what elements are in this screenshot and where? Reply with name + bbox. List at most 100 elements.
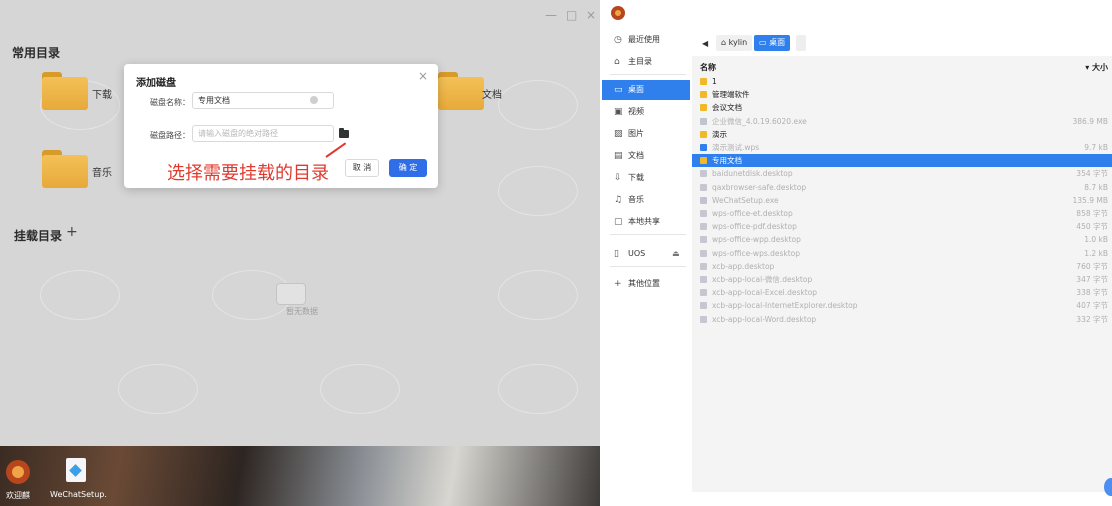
file-name: xcb-app-local-Excel.desktop: [712, 288, 818, 298]
sidebar: ◷ 最近使用 ⌂ 主目录 ▭ 桌面 ▣ 视频 ▨ 图片 ▤ 文档 ⇩ 下载 ♫ 音乐 ▢ 本地共享 ▯ UOS ⏏ + 其他…: [602, 28, 690, 506]
browse-folder-icon[interactable]: [339, 128, 349, 138]
file-icon: [700, 223, 707, 231]
file-icon: [700, 183, 707, 191]
sidebar-item-label: 文档: [628, 151, 644, 160]
file-row[interactable]: 管理端软件: [692, 88, 1112, 101]
sidebar-item[interactable]: ▣ 视频: [602, 102, 690, 122]
picture-icon: ▨: [614, 129, 623, 139]
file-row[interactable]: baidunetdisk.desktop 354 字节: [692, 167, 1112, 180]
kylin-logo-icon[interactable]: [6, 460, 30, 484]
file-icon: [700, 249, 707, 257]
column-name[interactable]: 名称: [700, 62, 716, 73]
breadcrumb-home[interactable]: ⌂ kylin: [716, 35, 753, 51]
file-size: 332 字节: [1076, 314, 1108, 324]
sidebar-item[interactable]: ▭ 桌面: [602, 80, 690, 100]
file-row[interactable]: wps-office-wps.desktop 1.2 kB: [692, 247, 1112, 260]
file-row[interactable]: xcb-app-local-Word.desktop 332 字节: [692, 313, 1112, 326]
desktop-icon-label: 欢迎麒: [6, 491, 30, 500]
watermark: [40, 270, 120, 320]
file-size: 386.9 MB: [1072, 116, 1108, 126]
file-row[interactable]: 演示测试.wps 9.7 kB: [692, 141, 1112, 154]
file-row[interactable]: 专用文档: [692, 154, 1112, 168]
watermark: [498, 270, 578, 320]
file-row[interactable]: qaxbrowser-safe.desktop 8.7 kB: [692, 181, 1112, 194]
close-button[interactable]: ×: [586, 8, 596, 22]
file-row[interactable]: xcb-app-local-InternetExplorer.desktop 40…: [692, 299, 1112, 312]
floating-action-button[interactable]: [1104, 478, 1112, 496]
file-name: xcb-app.desktop: [712, 261, 775, 271]
watermark: [320, 364, 400, 414]
sidebar-item-label: 本地共享: [628, 217, 660, 226]
folder-label[interactable]: 文档: [482, 86, 502, 101]
file-name: wps-office-pdf.desktop: [712, 222, 797, 232]
file-icon: [700, 210, 707, 217]
file-row[interactable]: wps-office-et.desktop 858 字节: [692, 207, 1112, 220]
clear-input-icon[interactable]: [310, 96, 318, 104]
maximize-button[interactable]: □: [566, 8, 577, 22]
share-icon: ▢: [614, 217, 623, 227]
file-name: qaxbrowser-safe.desktop: [712, 182, 807, 192]
breadcrumb-more[interactable]: [796, 35, 806, 51]
sidebar-separator: [610, 234, 686, 235]
disk-name-label: 磁盘名称：: [150, 98, 190, 107]
file-row[interactable]: wps-office-wpp.desktop 1.0 kB: [692, 233, 1112, 246]
add-mount-button[interactable]: +: [66, 224, 78, 240]
sidebar-item-label: 主目录: [628, 57, 652, 66]
disk-path-input[interactable]: 请输入磁盘的绝对路径: [192, 125, 334, 142]
sidebar-item[interactable]: ▯ UOS ⏏: [602, 244, 690, 264]
file-icon: [700, 289, 707, 297]
desktop-icon: ▭: [614, 85, 623, 95]
sidebar-item[interactable]: ▨ 图片: [602, 124, 690, 144]
sidebar-item[interactable]: ⇩ 下载: [602, 168, 690, 188]
file-row[interactable]: xcb-app-local-微信.desktop 347 字节: [692, 273, 1112, 286]
file-icon: [700, 170, 707, 178]
sidebar-separator: [610, 74, 686, 75]
sidebar-item-label: 其他位置: [628, 279, 660, 288]
sidebar-item[interactable]: ◷ 最近使用: [602, 30, 690, 50]
folder-download-icon[interactable]: [42, 72, 88, 110]
folder-icon: [700, 91, 707, 99]
breadcrumb-desktop[interactable]: ▭ 桌面: [754, 35, 791, 51]
minimize-button[interactable]: —: [545, 8, 557, 22]
file-row[interactable]: wps-office-pdf.desktop 450 字节: [692, 220, 1112, 233]
file-icon: [700, 302, 707, 310]
dialog-close-icon[interactable]: ×: [418, 69, 428, 83]
sidebar-item[interactable]: ▤ 文档: [602, 146, 690, 166]
file-row[interactable]: xcb-app-local-Excel.desktop 338 字节: [692, 286, 1112, 299]
wechat-setup-icon[interactable]: [66, 458, 86, 482]
sidebar-item-label: UOS: [628, 249, 646, 258]
document-icon: ▤: [614, 151, 623, 161]
folder-label[interactable]: 下载: [92, 86, 112, 101]
folder-documents-icon[interactable]: [438, 72, 484, 110]
confirm-button[interactable]: 确 定: [389, 159, 427, 177]
desktop-strip: 欢迎麒 WeChatSetup.: [0, 446, 600, 506]
file-row[interactable]: 演示: [692, 128, 1112, 141]
file-name: 会议文档: [712, 103, 742, 113]
file-row[interactable]: 会议文档: [692, 101, 1112, 114]
plus-icon: +: [614, 279, 622, 289]
watermark: [498, 166, 578, 216]
file-row[interactable]: 1: [692, 75, 1112, 88]
file-row[interactable]: 企业微信_4.0.19.6020.exe 386.9 MB: [692, 115, 1112, 128]
file-name: xcb-app-local-微信.desktop: [712, 275, 813, 284]
file-name: wps-office-wpp.desktop: [712, 235, 801, 245]
column-size[interactable]: ▾ 大小: [1085, 62, 1108, 73]
folder-label[interactable]: 音乐: [92, 164, 112, 179]
file-row[interactable]: WeChatSetup.exe 135.9 MB: [692, 194, 1112, 207]
sidebar-item[interactable]: ▢ 本地共享: [602, 212, 690, 232]
folder-music-icon[interactable]: [42, 150, 88, 188]
file-size: 450 字节: [1076, 222, 1108, 232]
cancel-button[interactable]: 取 消: [345, 159, 379, 177]
file-name: xcb-app-local-InternetExplorer.desktop: [712, 301, 858, 311]
watermark: [498, 80, 578, 130]
file-row[interactable]: xcb-app.desktop 760 字节: [692, 260, 1112, 273]
sidebar-item[interactable]: ♫ 音乐: [602, 190, 690, 210]
file-name: 专用文档: [712, 156, 742, 166]
file-icon: [700, 315, 707, 323]
file-size: 8.7 kB: [1084, 182, 1108, 192]
eject-icon[interactable]: ⏏: [672, 244, 680, 264]
sidebar-item[interactable]: ⌂ 主目录: [602, 52, 690, 72]
file-icon: [700, 262, 707, 270]
sidebar-item[interactable]: + 其他位置: [602, 274, 690, 294]
back-arrow-icon[interactable]: ◀: [702, 39, 708, 48]
